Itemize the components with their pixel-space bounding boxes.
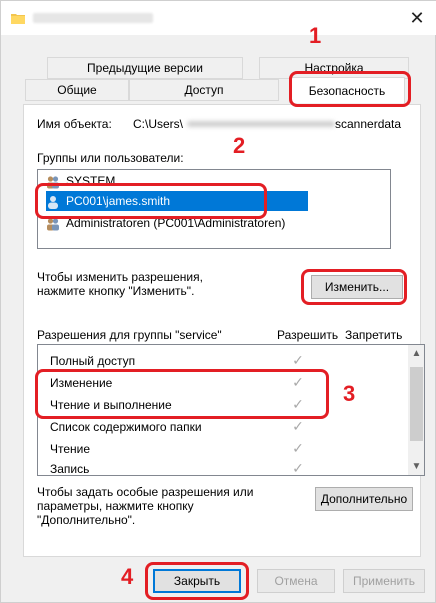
callout-number-1: 1 <box>309 23 322 48</box>
deny-header: Запретить <box>345 328 403 342</box>
callout-user-selection <box>35 183 267 219</box>
advanced-button[interactable]: Дополнительно <box>315 487 413 511</box>
change-hint-line1: Чтобы изменить разрешения, <box>37 270 203 284</box>
object-path-start: C:\Users\ <box>133 117 184 131</box>
change-hint-line2: нажмите кнопку "Изменить". <box>37 284 195 298</box>
properties-dialog: ✕ Предыдущие версии Настройка Общие Дост… <box>0 0 436 603</box>
callout-change-button <box>301 269 407 305</box>
permission-full-control: Полный доступ <box>50 354 136 368</box>
allow-check-icon: ✓ <box>292 352 304 368</box>
title-bar: ✕ <box>1 1 436 35</box>
tab-label: Предыдущие версии <box>87 61 203 75</box>
groups-label: Группы или пользователи: <box>37 151 184 165</box>
tab-previous-versions[interactable]: Предыдущие версии <box>47 57 243 79</box>
allow-header: Разрешить <box>277 328 339 342</box>
callout-number-3: 3 <box>343 381 356 406</box>
object-name-label: Имя объекта: <box>37 117 112 131</box>
permissions-scrollbar[interactable]: ▲ ▼ <box>408 345 424 475</box>
permission-read: Чтение <box>50 442 91 456</box>
callout-number-4: 4 <box>121 564 134 589</box>
allow-check-icon: ✓ <box>292 418 304 434</box>
callout-permissions <box>35 369 329 419</box>
advanced-hint-line2: параметры, нажмите кнопку <box>37 499 194 513</box>
window-title <box>33 13 153 23</box>
scroll-thumb[interactable] <box>410 367 423 441</box>
object-path-end: scannerdata <box>335 117 402 131</box>
callout-number-2: 2 <box>233 133 246 158</box>
allow-check-icon: ✓ <box>292 460 304 476</box>
permissions-header: Разрешения для группы "service" <box>37 328 222 342</box>
tab-sharing[interactable]: Доступ <box>129 79 279 101</box>
tab-general[interactable]: Общие <box>25 79 129 101</box>
permission-list-folder: Список содержимого папки <box>50 420 202 434</box>
advanced-hint-line1: Чтобы задать особые разрешения или <box>37 485 254 499</box>
permission-write: Запись <box>50 462 90 476</box>
cancel-button[interactable]: Отмена <box>257 569 335 593</box>
callout-security-tab <box>289 71 411 107</box>
apply-button[interactable]: Применить <box>343 569 425 593</box>
tab-label: Общие <box>57 83 97 97</box>
callout-close-button <box>145 562 249 600</box>
scroll-up-icon[interactable]: ▲ <box>408 345 424 362</box>
scroll-down-icon[interactable]: ▼ <box>408 458 424 475</box>
folder-icon <box>11 14 25 24</box>
tab-label: Доступ <box>184 83 224 97</box>
close-icon[interactable]: ✕ <box>403 5 431 31</box>
advanced-hint-line3: "Дополнительно". <box>37 513 136 527</box>
allow-check-icon: ✓ <box>292 440 304 456</box>
redacted-path <box>187 121 335 127</box>
